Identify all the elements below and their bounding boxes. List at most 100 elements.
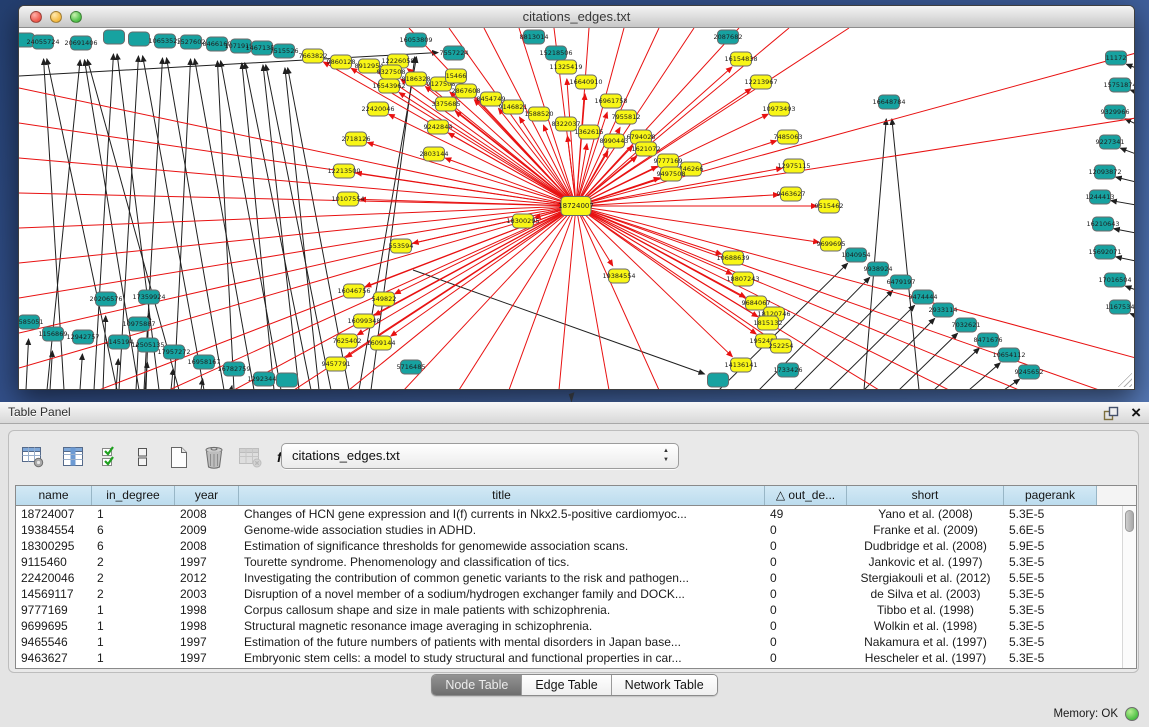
table-cell[interactable]: Tibbo et al. (1998) <box>847 602 1004 618</box>
table-cell[interactable]: Dudbridge et al. (2008) <box>847 538 1004 554</box>
table-cell[interactable]: 2 <box>92 554 175 570</box>
table-cell[interactable]: 6 <box>92 538 175 554</box>
show-columns-icon[interactable] <box>62 441 86 473</box>
table-cell[interactable]: 1 <box>92 650 175 666</box>
table-mode-icon[interactable] <box>21 441 46 473</box>
network-canvas[interactable]: 2405572420691406106535271527602846616010… <box>19 28 1134 389</box>
table-cell[interactable]: 1 <box>92 602 175 618</box>
table-cell[interactable]: 5.3E-5 <box>1004 554 1097 570</box>
table-cell[interactable]: Estimation of the future numbers of pati… <box>239 634 765 650</box>
table-cell[interactable]: Franke et al. (2009) <box>847 522 1004 538</box>
table-panel-header[interactable]: Table Panel × <box>0 402 1149 424</box>
table-cell[interactable]: 1998 <box>175 618 239 634</box>
table-row[interactable]: 1456911722003Disruption of a novel membe… <box>16 586 1136 602</box>
table-cell[interactable]: 18724007 <box>16 506 92 522</box>
table-cell[interactable]: 1997 <box>175 650 239 666</box>
toggle-view-icon[interactable] <box>136 441 150 473</box>
table-cell[interactable]: Yano et al. (2008) <box>847 506 1004 522</box>
column-header[interactable]: in_degree <box>92 486 175 505</box>
column-header[interactable]: title <box>239 486 765 505</box>
table-cell[interactable]: 9463627 <box>16 650 92 666</box>
scrollbar-thumb[interactable] <box>1125 510 1134 532</box>
table-cell[interactable]: 2009 <box>175 522 239 538</box>
table-cell[interactable]: 5.3E-5 <box>1004 586 1097 602</box>
table-cell[interactable]: 5.5E-5 <box>1004 570 1097 586</box>
table-cell[interactable]: 1 <box>92 506 175 522</box>
table-cell[interactable]: 2012 <box>175 570 239 586</box>
node-table[interactable]: namein_degreeyeartitle△ out_de...shortpa… <box>15 485 1137 669</box>
network-select[interactable]: citations_edges.txt ▲▼ <box>281 443 679 469</box>
table-row[interactable]: 946362711997Embryonic stem cells: a mode… <box>16 650 1136 666</box>
table-cell[interactable]: 5.3E-5 <box>1004 602 1097 618</box>
column-header[interactable]: short <box>847 486 1004 505</box>
minimize-window-icon[interactable] <box>50 11 62 23</box>
network-graph[interactable]: 2405572420691406106535271527602846616010… <box>19 28 1134 389</box>
table-cell[interactable]: 49 <box>765 506 847 522</box>
table-cell[interactable]: 2 <box>92 586 175 602</box>
table-cell[interactable]: 5.3E-5 <box>1004 650 1097 666</box>
tab-node-table[interactable]: Node Table <box>432 675 522 695</box>
graph-node[interactable] <box>708 373 729 387</box>
close-window-icon[interactable] <box>30 11 42 23</box>
table-cell[interactable]: 0 <box>765 618 847 634</box>
table-row[interactable]: 969969511998Structural magnetic resonanc… <box>16 618 1136 634</box>
table-cell[interactable]: Tourette syndrome. Phenomenology and cla… <box>239 554 765 570</box>
table-cell[interactable]: Corpus callosum shape and size in male p… <box>239 602 765 618</box>
table-cell[interactable]: 0 <box>765 570 847 586</box>
table-cell[interactable]: 5.3E-5 <box>1004 634 1097 650</box>
graph-node[interactable] <box>129 32 150 46</box>
table-cell[interactable]: 2008 <box>175 506 239 522</box>
close-panel-icon[interactable]: × <box>1131 403 1141 423</box>
table-body[interactable]: 1872400712008Changes of HCN gene express… <box>16 506 1136 666</box>
table-cell[interactable]: 1 <box>92 618 175 634</box>
graph-node[interactable] <box>104 30 125 44</box>
table-cell[interactable]: 5.6E-5 <box>1004 522 1097 538</box>
table-cell[interactable]: 9699695 <box>16 618 92 634</box>
table-cell[interactable]: 1997 <box>175 554 239 570</box>
vertical-scrollbar[interactable] <box>1122 506 1136 668</box>
table-cell[interactable]: 2008 <box>175 538 239 554</box>
table-cell[interactable]: 5.9E-5 <box>1004 538 1097 554</box>
table-cell[interactable]: 9777169 <box>16 602 92 618</box>
table-cell[interactable]: Structural magnetic resonance image aver… <box>239 618 765 634</box>
select-rows-icon[interactable] <box>100 441 122 473</box>
table-cell[interactable]: Jankovic et al. (1997) <box>847 554 1004 570</box>
tab-network-table[interactable]: Network Table <box>612 675 717 695</box>
table-row[interactable]: 1830029562008Estimation of significance … <box>16 538 1136 554</box>
table-cell[interactable]: 5.3E-5 <box>1004 506 1097 522</box>
table-cell[interactable]: 1997 <box>175 634 239 650</box>
create-column-icon[interactable] <box>168 441 190 473</box>
column-header[interactable]: △ out_de... <box>765 486 847 505</box>
table-cell[interactable]: Changes of HCN gene expression and I(f) … <box>239 506 765 522</box>
table-row[interactable]: 911546021997Tourette syndrome. Phenomeno… <box>16 554 1136 570</box>
column-header[interactable]: year <box>175 486 239 505</box>
table-cell[interactable]: 1 <box>92 634 175 650</box>
table-row[interactable]: 1938455462009Genome-wide association stu… <box>16 522 1136 538</box>
table-cell[interactable]: 0 <box>765 634 847 650</box>
window-titlebar[interactable]: citations_edges.txt <box>19 6 1134 28</box>
delete-columns-icon[interactable] <box>202 441 226 473</box>
table-row[interactable]: 1872400712008Changes of HCN gene express… <box>16 506 1136 522</box>
column-header[interactable]: name <box>16 486 92 505</box>
graph-node[interactable] <box>277 373 298 387</box>
table-cell[interactable]: Embryonic stem cells: a model to study s… <box>239 650 765 666</box>
table-cell[interactable]: 5.3E-5 <box>1004 618 1097 634</box>
table-cell[interactable]: 2 <box>92 570 175 586</box>
table-cell[interactable]: Stergiakouli et al. (2012) <box>847 570 1004 586</box>
zoom-window-icon[interactable] <box>70 11 82 23</box>
table-cell[interactable]: 9465546 <box>16 634 92 650</box>
table-cell[interactable]: Disruption of a novel member of a sodium… <box>239 586 765 602</box>
float-panel-icon[interactable] <box>1103 406 1119 421</box>
table-cell[interactable]: 19384554 <box>16 522 92 538</box>
table-cell[interactable]: Genome-wide association studies in ADHD. <box>239 522 765 538</box>
network-window[interactable]: citations_edges.txt 24055724206914061065… <box>18 5 1135 390</box>
table-cell[interactable]: Wolkin et al. (1998) <box>847 618 1004 634</box>
table-cell[interactable]: 0 <box>765 650 847 666</box>
table-cell[interactable]: 22420046 <box>16 570 92 586</box>
column-header[interactable]: pagerank <box>1004 486 1097 505</box>
table-cell[interactable]: 9115460 <box>16 554 92 570</box>
table-cell[interactable]: 14569117 <box>16 586 92 602</box>
table-cell[interactable]: 2003 <box>175 586 239 602</box>
table-cell[interactable]: Investigating the contribution of common… <box>239 570 765 586</box>
table-cell[interactable]: Nakamura et al. (1997) <box>847 634 1004 650</box>
